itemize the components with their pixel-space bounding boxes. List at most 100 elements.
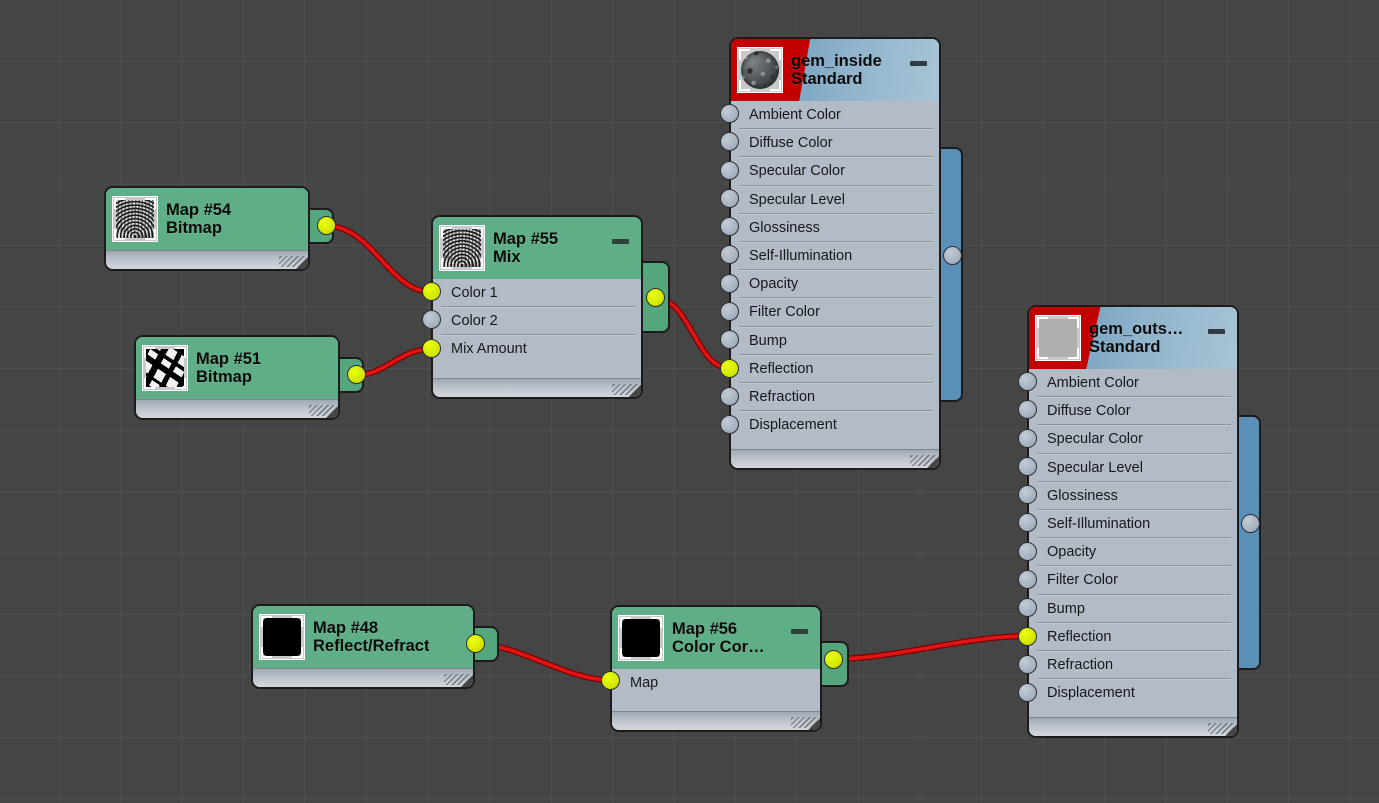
gem-outside-slot-glossiness[interactable]: Glossiness — [1029, 482, 1237, 511]
gem-outside-slot-reflection[interactable]: Reflection — [1029, 623, 1237, 652]
gem-outside-title-block: gem_outs… Standard — [1089, 320, 1183, 357]
gem-outside-input-socket-reflection[interactable] — [1018, 627, 1037, 646]
map55-slot-list: Color 1 Color 2 Mix Amount — [433, 279, 641, 364]
wire-map56-to-gemoutside-reflection — [830, 633, 1030, 662]
gem-inside-slot-bump[interactable]: Bump — [731, 327, 939, 355]
gem-outside-input-socket-specular-level[interactable] — [1018, 457, 1037, 476]
gem-outside-input-socket-ambient-color[interactable] — [1018, 372, 1037, 391]
gem-inside-slot-displacement[interactable]: Displacement — [731, 411, 939, 439]
gem-inside-input-socket-specular-color[interactable] — [720, 161, 739, 180]
gem-inside-input-socket-bump[interactable] — [720, 330, 739, 349]
gem-inside-slot-filter-color[interactable]: Filter Color — [731, 298, 939, 327]
gem-inside-subtitle: Standard — [791, 70, 863, 88]
gem-outside-slot-displacement[interactable]: Displacement — [1029, 679, 1237, 707]
gem-inside-thumbnail[interactable] — [738, 48, 782, 92]
slot-label: Filter Color — [749, 304, 820, 321]
map51-subtitle: Bitmap — [196, 368, 252, 386]
map55-slot-mix-amount[interactable]: Mix Amount — [433, 335, 641, 363]
gem-outside-input-socket-refraction[interactable] — [1018, 655, 1037, 674]
gem-outside-input-socket-displacement[interactable] — [1018, 683, 1037, 702]
map48-output-socket[interactable] — [466, 634, 485, 653]
gem-outside-input-socket-glossiness[interactable] — [1018, 485, 1037, 504]
slot-label: Self-Illumination — [749, 248, 853, 265]
map55-slot-color-2[interactable]: Color 2 — [433, 307, 641, 336]
map51-footer — [136, 399, 338, 418]
gem-outside-slot-specular-color[interactable]: Specular Color — [1029, 425, 1237, 454]
gem-outside-slot-opacity[interactable]: Opacity — [1029, 538, 1237, 567]
gem-inside-slot-ambient-color[interactable]: Ambient Color — [731, 101, 939, 130]
gem-inside-input-socket-diffuse-color[interactable] — [720, 132, 739, 151]
gem-inside-input-socket-reflection[interactable] — [720, 359, 739, 378]
map48-thumbnail[interactable] — [260, 615, 304, 659]
map56-minimize-icon[interactable] — [791, 629, 808, 634]
map55-thumbnail[interactable] — [440, 226, 484, 270]
gem-outside-input-socket-bump[interactable] — [1018, 598, 1037, 617]
gem-outside-slot-refraction[interactable]: Refraction — [1029, 651, 1237, 680]
map54-output-socket[interactable] — [317, 216, 336, 235]
gem-outside-minimize-icon[interactable] — [1208, 329, 1225, 334]
map56-subtitle: Color Cor… — [672, 638, 765, 656]
gem-outside-slot-filter-color[interactable]: Filter Color — [1029, 566, 1237, 595]
gem-outside-slot-ambient-color[interactable]: Ambient Color — [1029, 369, 1237, 398]
gem-inside-slot-self-illumination[interactable]: Self-Illumination — [731, 242, 939, 271]
slot-label: Specular Color — [749, 163, 845, 180]
gem-inside-input-socket-ambient-color[interactable] — [720, 104, 739, 123]
map55-output-socket[interactable] — [646, 288, 665, 307]
map51-header[interactable]: Map #51 Bitmap — [136, 337, 338, 399]
node-graph-canvas[interactable]: Map #54 Bitmap Map #51 Bitmap Map #55 Mi… — [0, 0, 1379, 803]
map56-header[interactable]: Map #56 Color Cor… — [612, 607, 820, 669]
map56-thumbnail[interactable] — [619, 616, 663, 660]
map55-input-socket-mix-amount[interactable] — [422, 339, 441, 358]
map55-minimize-icon[interactable] — [612, 239, 629, 244]
gem-outside-slot-specular-level[interactable]: Specular Level — [1029, 454, 1237, 482]
gem-outside-slot-bump[interactable]: Bump — [1029, 595, 1237, 623]
gem-inside-input-socket-displacement[interactable] — [720, 415, 739, 434]
gem-inside-header[interactable]: gem_inside Standard — [731, 39, 939, 101]
gem-outside-input-socket-self-illumination[interactable] — [1018, 513, 1037, 532]
map56-slot-map[interactable]: Map — [612, 669, 820, 697]
gem-inside-input-socket-refraction[interactable] — [720, 387, 739, 406]
slot-label: Diffuse Color — [749, 135, 833, 152]
gem-outside-slot-list: Ambient Color Diffuse Color Specular Col… — [1029, 369, 1237, 708]
gem-inside-input-socket-filter-color[interactable] — [720, 302, 739, 321]
map51-output-socket[interactable] — [347, 365, 366, 384]
gem-inside-slot-refraction[interactable]: Refraction — [731, 383, 939, 412]
gem-outside-input-socket-specular-color[interactable] — [1018, 429, 1037, 448]
map56-output-socket[interactable] — [824, 650, 843, 669]
map51-title: Map #51 — [196, 349, 262, 368]
gem-outside-slot-self-illumination[interactable]: Self-Illumination — [1029, 510, 1237, 539]
slot-label: Bump — [749, 332, 787, 349]
gem-outside-thumbnail[interactable] — [1036, 316, 1080, 360]
gem-inside-slot-reflection[interactable]: Reflection — [731, 355, 939, 384]
gem-outside-input-socket-filter-color[interactable] — [1018, 570, 1037, 589]
gem-outside-input-socket-diffuse-color[interactable] — [1018, 400, 1037, 419]
map55-slot-label: Color 2 — [451, 313, 498, 330]
map55-input-socket-color-2[interactable] — [422, 310, 441, 329]
gem-inside-minimize-icon[interactable] — [910, 61, 927, 66]
slot-label: Reflection — [1047, 628, 1112, 645]
gem-outside-header[interactable]: gem_outs… Standard — [1029, 307, 1237, 369]
gem-inside-slot-specular-level[interactable]: Specular Level — [731, 186, 939, 214]
map55-slot-color-1[interactable]: Color 1 — [433, 279, 641, 308]
gem-inside-slot-glossiness[interactable]: Glossiness — [731, 214, 939, 243]
gem-inside-input-socket-specular-level[interactable] — [720, 189, 739, 208]
gem-inside-input-socket-opacity[interactable] — [720, 274, 739, 293]
map54-thumbnail[interactable] — [113, 197, 157, 241]
gem-inside-output-socket[interactable] — [943, 246, 962, 265]
gem-inside-slot-specular-color[interactable]: Specular Color — [731, 157, 939, 186]
map54-header[interactable]: Map #54 Bitmap — [106, 188, 308, 250]
gem-inside-input-socket-glossiness[interactable] — [720, 217, 739, 236]
map48-header[interactable]: Map #48 Reflect/Refract — [253, 606, 473, 668]
map55-input-socket-color-1[interactable] — [422, 282, 441, 301]
gem-inside-input-socket-self-illumination[interactable] — [720, 245, 739, 264]
gem-inside-slot-opacity[interactable]: Opacity — [731, 270, 939, 299]
gem-outside-slot-diffuse-color[interactable]: Diffuse Color — [1029, 397, 1237, 426]
map55-header[interactable]: Map #55 Mix — [433, 217, 641, 279]
map51-thumbnail[interactable] — [143, 346, 187, 390]
slot-label: Diffuse Color — [1047, 403, 1131, 420]
slot-label: Displacement — [1047, 685, 1135, 702]
gem-inside-slot-diffuse-color[interactable]: Diffuse Color — [731, 129, 939, 158]
gem-outside-input-socket-opacity[interactable] — [1018, 542, 1037, 561]
map56-input-socket-map[interactable] — [601, 671, 620, 690]
gem-outside-output-socket[interactable] — [1241, 514, 1260, 533]
